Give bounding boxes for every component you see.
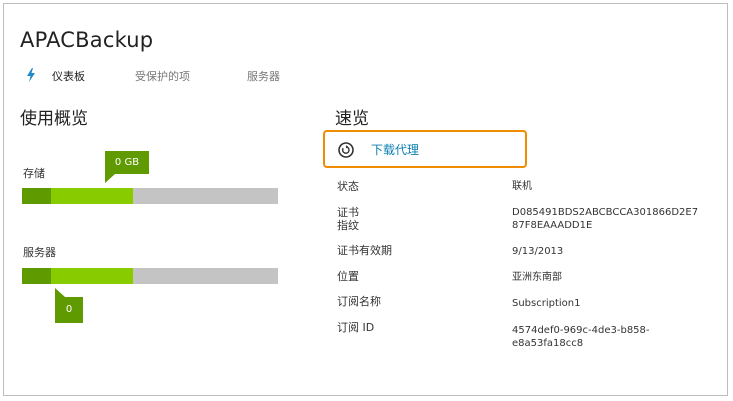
tab-dashboard[interactable]: 仪表板 bbox=[52, 68, 85, 84]
status-key: 状态 bbox=[337, 180, 359, 193]
storage-callout-pointer bbox=[105, 174, 115, 183]
location-key: 位置 bbox=[337, 270, 359, 283]
main-panel: APACBackup 仪表板 受保护的项 服务器 使用概览 存储 0 GB 服务… bbox=[3, 3, 728, 396]
subscription-id-key: 订阅 ID bbox=[337, 321, 375, 334]
servers-bar-active bbox=[51, 268, 133, 284]
cert-expiry-value: 9/13/2013 bbox=[512, 246, 564, 257]
servers-usage-bar bbox=[22, 268, 278, 284]
subscription-name-value: Subscription1 bbox=[512, 298, 581, 309]
tab-servers[interactable]: 服务器 bbox=[247, 68, 280, 84]
cert-thumbprint-key: 证书 指纹 bbox=[337, 206, 359, 232]
servers-callout-pointer bbox=[55, 288, 65, 297]
servers-label: 服务器 bbox=[23, 246, 56, 259]
storage-bar-used bbox=[22, 188, 51, 204]
subscription-name-key: 订阅名称 bbox=[337, 295, 381, 308]
page-title: APACBackup bbox=[20, 28, 154, 52]
quick-glance-title: 速览 bbox=[335, 109, 369, 129]
servers-bar-used bbox=[22, 268, 51, 284]
storage-callout: 0 GB bbox=[105, 151, 149, 174]
lightning-bolt-icon bbox=[27, 68, 35, 82]
download-agent-highlight: 下载代理 bbox=[323, 130, 527, 168]
location-value: 亚洲东南部 bbox=[512, 272, 562, 283]
download-agent-link[interactable]: 下载代理 bbox=[371, 141, 419, 158]
download-circle-icon bbox=[338, 142, 354, 158]
subscription-id-value: 4574def0-969c-4de3-b858- e8a53fa18cc8 bbox=[512, 325, 650, 349]
servers-callout: 0 bbox=[55, 297, 83, 323]
storage-bar-active bbox=[51, 188, 133, 204]
usage-overview-title: 使用概览 bbox=[20, 109, 88, 129]
status-value: 联机 bbox=[512, 181, 532, 192]
cert-thumbprint-value: D085491BDS2ABCBCCA301866D2E7 87F8EAAADD1… bbox=[512, 207, 699, 231]
cert-expiry-key: 证书有效期 bbox=[337, 244, 392, 257]
storage-label: 存储 bbox=[23, 167, 45, 180]
tab-protected-items[interactable]: 受保护的项 bbox=[135, 68, 190, 84]
storage-usage-bar bbox=[22, 188, 278, 204]
